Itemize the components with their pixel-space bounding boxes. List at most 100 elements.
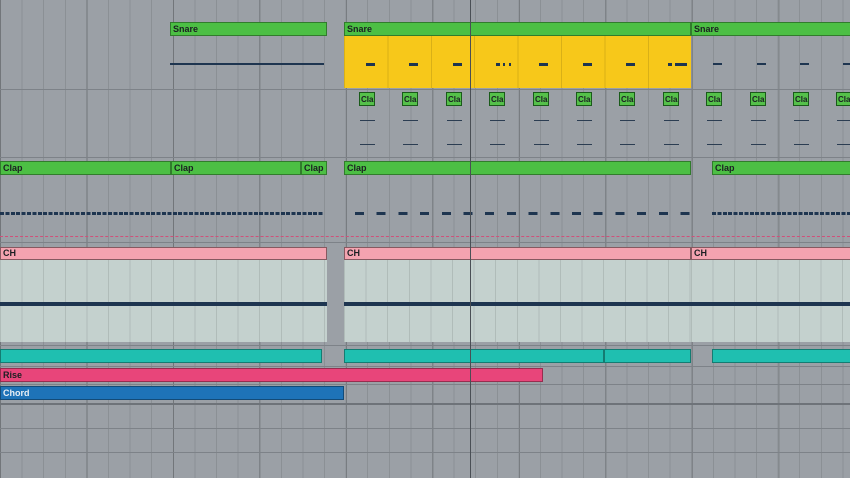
ch-clip[interactable]: CH xyxy=(691,247,850,260)
snare-clip[interactable]: Snare xyxy=(170,22,327,36)
teal-clip[interactable] xyxy=(344,349,604,363)
clap-mini-clip[interactable]: Cla xyxy=(489,92,505,106)
clap-mini-clip[interactable]: Cla xyxy=(359,92,375,106)
teal-track-lane xyxy=(0,346,850,366)
rise-clip[interactable]: Rise xyxy=(0,368,543,382)
note xyxy=(675,63,687,66)
clip-name: Clap xyxy=(715,163,735,173)
clip-name: Snare xyxy=(694,24,720,34)
note-tick xyxy=(751,144,766,145)
note-tick xyxy=(403,144,418,145)
playhead-line[interactable] xyxy=(470,0,471,478)
clap-mini-clip[interactable]: Cla xyxy=(706,92,722,106)
rise-track-lane: Rise xyxy=(0,367,850,384)
note xyxy=(496,63,500,66)
note xyxy=(503,63,505,66)
snare-clip-body[interactable] xyxy=(344,36,691,88)
clap-track-lane: Clap Clap Clap Clap Clap xyxy=(0,158,850,242)
note-tick xyxy=(447,144,462,145)
clip-name: Rise xyxy=(3,370,23,380)
note xyxy=(583,63,592,66)
note-tick xyxy=(794,144,809,145)
note-tick xyxy=(490,144,505,145)
ch-clip-body[interactable] xyxy=(0,260,327,342)
arrangement-view[interactable]: Snare Snare Snare Cla Cla Cla Cla Cla Cl… xyxy=(0,0,850,478)
clap-mini-clip[interactable]: Cla xyxy=(402,92,418,106)
clip-name: CH xyxy=(347,248,360,258)
note xyxy=(626,63,635,66)
teal-clip[interactable] xyxy=(712,349,850,363)
note-line xyxy=(344,302,691,306)
note-tick xyxy=(360,144,375,145)
note-tick xyxy=(490,120,505,121)
note-tick xyxy=(577,120,592,121)
clip-name: Clap xyxy=(304,163,324,173)
clip-name: CH xyxy=(694,248,707,258)
note-tick xyxy=(837,120,850,121)
clap-mini-clip[interactable]: Cla xyxy=(836,92,850,106)
ch-clip-body[interactable] xyxy=(691,260,850,342)
clip-name: Clap xyxy=(3,163,23,173)
note-line xyxy=(170,63,324,65)
note xyxy=(509,63,511,66)
note-line xyxy=(0,302,327,306)
snare-clip[interactable]: Snare xyxy=(691,22,850,36)
clap-clip[interactable]: Clap xyxy=(171,161,301,175)
note-tick xyxy=(403,120,418,121)
snare-clip-selected[interactable]: Snare xyxy=(344,22,691,36)
note-tick xyxy=(620,120,635,121)
clap-clip[interactable]: Clap xyxy=(301,161,327,175)
note xyxy=(713,63,722,65)
note xyxy=(757,63,766,65)
ch-track-lane: CH CH CH xyxy=(0,243,850,345)
note-tick xyxy=(620,144,635,145)
note-tick xyxy=(664,144,679,145)
clip-name: Snare xyxy=(347,24,373,34)
note-tick xyxy=(751,120,766,121)
clap-clip[interactable]: Clap xyxy=(712,161,850,175)
note-tick xyxy=(534,144,549,145)
clip-name: CH xyxy=(3,248,16,258)
note-tick xyxy=(447,120,462,121)
note-tick xyxy=(837,144,850,145)
ch-clip[interactable]: CH xyxy=(0,247,327,260)
track-separator xyxy=(0,403,850,405)
track-separator xyxy=(0,428,850,429)
teal-clip[interactable] xyxy=(604,349,691,363)
note xyxy=(843,63,850,65)
note-row xyxy=(355,212,691,215)
note xyxy=(366,63,375,66)
clap-mini-clip[interactable]: Cla xyxy=(576,92,592,106)
note-line xyxy=(691,302,850,306)
note xyxy=(668,63,672,66)
clip-name: Chord xyxy=(3,388,30,398)
note-row xyxy=(0,212,324,215)
teal-clip[interactable] xyxy=(0,349,322,363)
clap-mini-clip[interactable]: Cla xyxy=(533,92,549,106)
note-tick xyxy=(360,120,375,121)
clap-one-shot-track-lane: Cla Cla Cla Cla Cla Cla Cla Cla Cla Cla … xyxy=(0,90,850,157)
note xyxy=(539,63,548,66)
clip-name: Snare xyxy=(173,24,199,34)
clap-mini-clip[interactable]: Cla xyxy=(619,92,635,106)
note-tick xyxy=(534,120,549,121)
track-separator xyxy=(0,452,850,453)
note xyxy=(800,63,809,65)
clap-mini-clip[interactable]: Cla xyxy=(793,92,809,106)
clap-mini-clip[interactable]: Cla xyxy=(663,92,679,106)
clap-mini-clip[interactable]: Cla xyxy=(750,92,766,106)
ch-clip-body[interactable] xyxy=(344,260,691,342)
clap-clip[interactable]: Clap xyxy=(344,161,691,175)
note xyxy=(409,63,418,66)
clap-mini-clip[interactable]: Cla xyxy=(446,92,462,106)
snare-track-lane: Snare Snare Snare xyxy=(0,18,850,90)
clap-clip[interactable]: Clap xyxy=(0,161,171,175)
note-tick xyxy=(664,120,679,121)
ch-clip[interactable]: CH xyxy=(344,247,691,260)
clip-name: Clap xyxy=(347,163,367,173)
locator-line xyxy=(0,236,850,237)
chord-clip[interactable]: Chord xyxy=(0,386,344,400)
note-tick xyxy=(794,120,809,121)
clip-name: Clap xyxy=(174,163,194,173)
note xyxy=(453,63,462,66)
